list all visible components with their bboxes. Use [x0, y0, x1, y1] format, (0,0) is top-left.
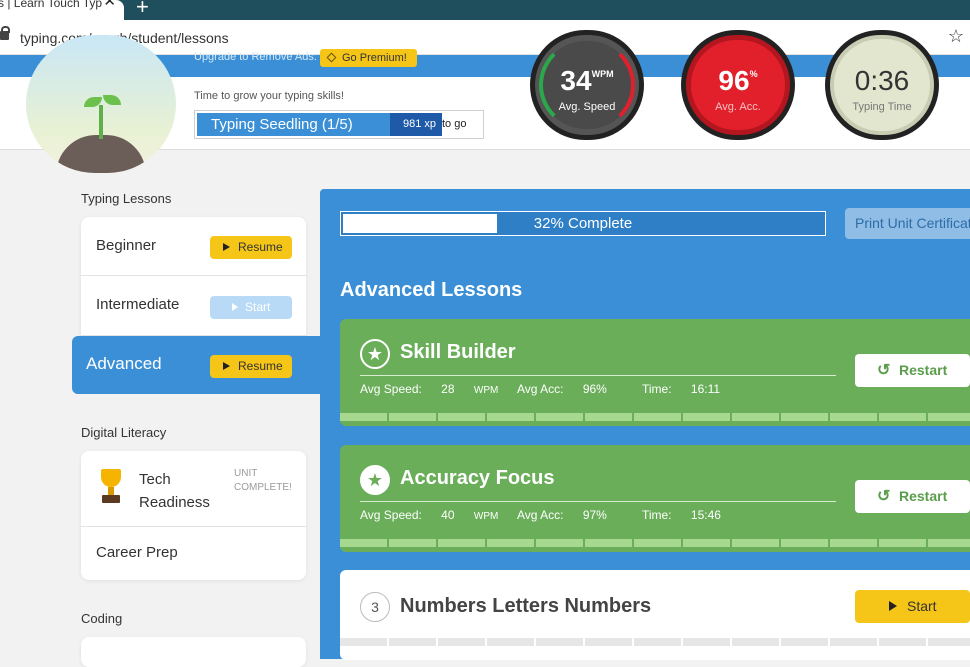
- browser-tab-bar: s | Learn Touch Typ ✕ +: [0, 0, 970, 20]
- unit-complete-badge: UNIT COMPLETE!: [234, 468, 292, 493]
- avatar-stem: [99, 105, 103, 139]
- go-premium-label: Go Premium!: [342, 52, 407, 64]
- lock-icon: [0, 26, 10, 40]
- grow-text: Time to grow your typing skills!: [194, 90, 344, 102]
- lesson-number: 3: [360, 592, 390, 622]
- new-tab-icon[interactable]: +: [136, 0, 149, 20]
- sidebar-item-label: Beginner: [96, 237, 157, 254]
- section-title: Advanced Lessons: [340, 279, 523, 301]
- sidebar-item-advanced[interactable]: Advanced Resume: [72, 336, 322, 394]
- browser-tab[interactable]: s | Learn Touch Typ ✕: [0, 0, 124, 20]
- intermediate-start-button[interactable]: Start: [210, 296, 292, 319]
- history-icon: ↺: [877, 362, 891, 379]
- avg-speed-unit: WPM: [591, 69, 614, 79]
- sidebar-item-label: Advanced: [86, 354, 162, 373]
- avg-speed-value: 34: [560, 65, 592, 96]
- play-icon: [889, 601, 897, 611]
- avg-accuracy-label: Avg. Acc.: [715, 101, 761, 113]
- star-badge-icon: ★: [360, 339, 390, 369]
- browser-tab-title: s | Learn Touch Typ: [0, 0, 103, 10]
- sidebar-item-beginner[interactable]: Beginner Resume: [81, 217, 306, 276]
- unit-progress-bar: 32% Complete: [340, 211, 826, 236]
- lesson-card-skill-builder[interactable]: ★ Skill Builder Avg Speed: 28 WPM Avg Ac…: [340, 319, 970, 426]
- lessons-main-panel: 32% Complete Print Unit Certificate Adva…: [320, 189, 970, 660]
- play-icon: [223, 362, 230, 370]
- diamond-icon: [326, 52, 337, 63]
- lesson-progress-segments: [340, 539, 970, 547]
- avg-accuracy-gauge: 96% Avg. Acc.: [681, 30, 795, 140]
- restart-button[interactable]: ↺ Restart: [855, 480, 970, 513]
- go-premium-button[interactable]: Go Premium!: [320, 49, 417, 67]
- xp-suffix: to go: [442, 118, 467, 130]
- lesson-stats: Avg Speed: 40 WPM Avg Acc: 97% Time: 15:…: [360, 508, 721, 522]
- trophy-icon: [99, 469, 121, 507]
- sidebar-item-tech-readiness[interactable]: Tech Readiness UNIT COMPLETE!: [81, 451, 306, 527]
- lesson-name: Accuracy Focus: [400, 467, 555, 489]
- seedling-avatar: [26, 35, 176, 173]
- coding-card: [81, 637, 306, 667]
- upgrade-text: Upgrade to Remove Ads:: [194, 51, 317, 63]
- lesson-stats: Avg Speed: 28 WPM Avg Acc: 96% Time: 16:…: [360, 382, 721, 396]
- beginner-resume-button[interactable]: Resume: [210, 236, 292, 259]
- play-icon: [232, 303, 238, 311]
- start-label: Start: [245, 300, 271, 314]
- typing-time-value: 0:36: [854, 65, 910, 96]
- sidebar-item-intermediate[interactable]: Intermediate Start: [81, 276, 306, 336]
- resume-label: Resume: [238, 359, 283, 373]
- unit-progress-text: 32% Complete: [533, 215, 633, 232]
- tech-readiness-label-1: Tech: [139, 471, 171, 488]
- lesson-name: Numbers Letters Numbers: [400, 595, 652, 617]
- tech-readiness-label-2: Readiness: [139, 494, 210, 511]
- typing-lessons-title: Typing Lessons: [81, 191, 172, 206]
- digital-literacy-title: Digital Literacy: [81, 425, 167, 440]
- avatar-leaf: [103, 95, 121, 105]
- avatar-soil: [56, 135, 146, 173]
- avg-accuracy-unit: %: [749, 69, 758, 79]
- close-tab-icon[interactable]: ✕: [103, 0, 116, 9]
- bookmark-star-icon[interactable]: ☆: [948, 26, 964, 47]
- sidebar-item-career-prep[interactable]: Career Prep: [81, 527, 306, 580]
- resume-label: Resume: [238, 240, 283, 254]
- typing-time-gauge: 0:36 Typing Time: [825, 30, 939, 140]
- play-icon: [223, 243, 230, 251]
- xp-label: 981 xp: [403, 118, 437, 130]
- history-icon: ↺: [877, 488, 891, 505]
- digital-literacy-card: Tech Readiness UNIT COMPLETE! Career Pre…: [81, 451, 306, 580]
- avg-speed-gauge: 34WPM Avg. Speed: [530, 30, 644, 140]
- rank-progress-bar: Typing Seedling (1/5) 981 xp to go: [194, 110, 484, 139]
- restart-button[interactable]: ↺ Restart: [855, 354, 970, 387]
- typing-time-label: Typing Time: [852, 101, 912, 113]
- lesson-name: Skill Builder: [400, 341, 516, 363]
- lesson-progress-segments: [340, 413, 970, 421]
- advanced-resume-button[interactable]: Resume: [210, 355, 292, 378]
- sidebar-item-label: Career Prep: [96, 544, 178, 561]
- print-certificate-button[interactable]: Print Unit Certificate: [845, 208, 970, 239]
- rank-label: Typing Seedling (1/5): [211, 116, 353, 133]
- sidebar-item-label: Intermediate: [96, 296, 180, 313]
- lesson-card-accuracy-focus[interactable]: ★ Accuracy Focus Avg Speed: 40 WPM Avg A…: [340, 445, 970, 552]
- avg-accuracy-value: 96: [718, 65, 750, 96]
- lesson-progress-segments: [340, 638, 970, 646]
- avg-speed-label: Avg. Speed: [558, 101, 616, 113]
- star-badge-icon: ★: [360, 465, 390, 495]
- student-header: Upgrade to Remove Ads: Go Premium! Time …: [0, 30, 970, 173]
- coding-title: Coding: [81, 611, 123, 626]
- start-button[interactable]: Start: [855, 590, 970, 623]
